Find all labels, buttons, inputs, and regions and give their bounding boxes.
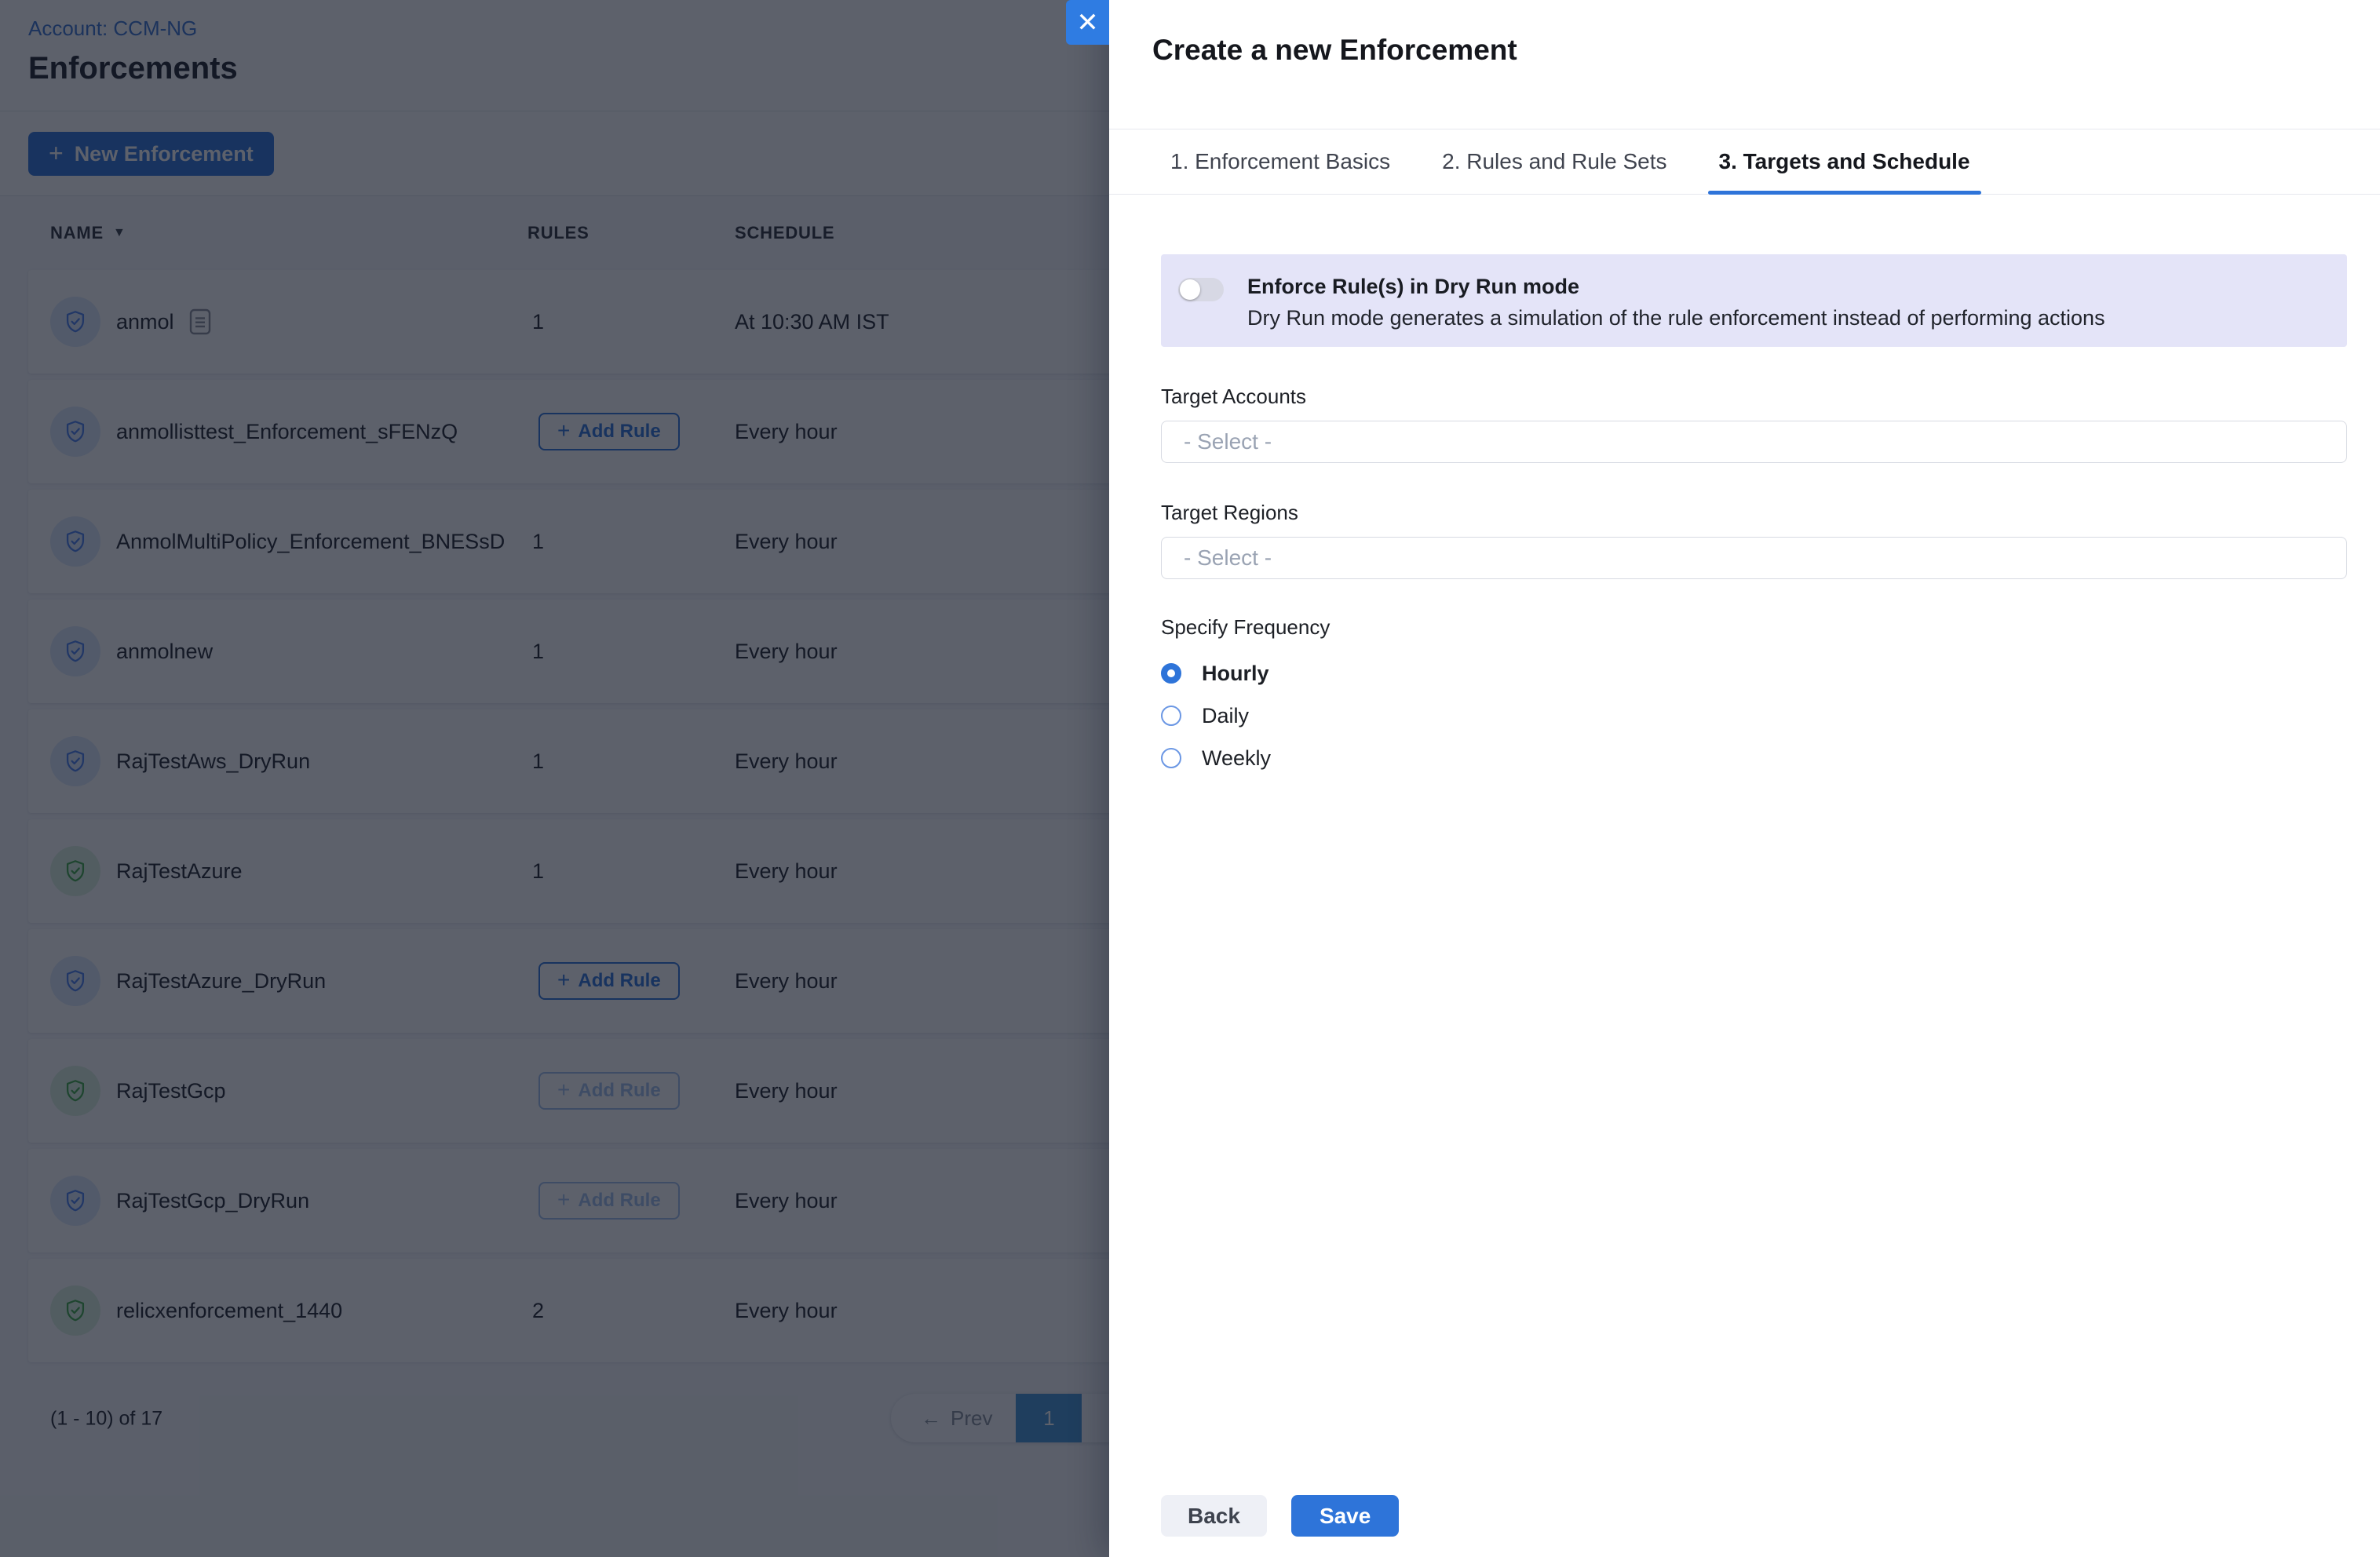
dry-run-description: Dry Run mode generates a simulation of t… bbox=[1247, 306, 2105, 330]
wizard-tabs: 1. Enforcement Basics 2. Rules and Rule … bbox=[1109, 129, 2380, 195]
radio-option-hourly[interactable]: Hourly bbox=[1161, 658, 1269, 689]
create-enforcement-panel: ✕ Create a new Enforcement 1. Enforcemen… bbox=[1109, 0, 2380, 1557]
tab-enforcement-basics[interactable]: 1. Enforcement Basics bbox=[1161, 129, 1400, 194]
radio-icon bbox=[1161, 748, 1181, 768]
target-accounts-field: Target Accounts bbox=[1161, 385, 2347, 463]
target-regions-field: Target Regions bbox=[1161, 501, 2347, 579]
dry-run-banner: Enforce Rule(s) in Dry Run mode Dry Run … bbox=[1161, 254, 2347, 347]
target-regions-select[interactable] bbox=[1161, 537, 2347, 579]
radio-icon bbox=[1161, 663, 1181, 684]
frequency-label: Specify Frequency bbox=[1161, 615, 2347, 639]
panel-body: Enforce Rule(s) in Dry Run mode Dry Run … bbox=[1109, 195, 2380, 774]
radio-option-weekly[interactable]: Weekly bbox=[1161, 742, 1271, 774]
tab-targets-and-schedule[interactable]: 3. Targets and Schedule bbox=[1710, 129, 1980, 194]
tab-rules-and-rule-sets[interactable]: 2. Rules and Rule Sets bbox=[1433, 129, 1676, 194]
toggle-knob-icon bbox=[1180, 279, 1200, 300]
target-accounts-label: Target Accounts bbox=[1161, 385, 2347, 408]
back-button[interactable]: Back bbox=[1161, 1495, 1267, 1537]
dry-run-toggle[interactable] bbox=[1178, 278, 1224, 301]
close-button[interactable]: ✕ bbox=[1066, 0, 1109, 45]
frequency-group: Specify Frequency Hourly Daily Weekly bbox=[1161, 615, 2347, 774]
target-accounts-select[interactable] bbox=[1161, 421, 2347, 463]
dry-run-label: Enforce Rule(s) in Dry Run mode bbox=[1247, 275, 2105, 298]
close-icon: ✕ bbox=[1076, 9, 1099, 36]
target-regions-label: Target Regions bbox=[1161, 501, 2347, 524]
radio-icon bbox=[1161, 706, 1181, 726]
panel-header: Create a new Enforcement bbox=[1109, 0, 2380, 129]
save-button[interactable]: Save bbox=[1291, 1495, 1399, 1537]
radio-option-daily[interactable]: Daily bbox=[1161, 700, 1249, 731]
panel-footer: Back Save bbox=[1161, 1495, 1399, 1537]
panel-title: Create a new Enforcement bbox=[1152, 33, 2337, 67]
